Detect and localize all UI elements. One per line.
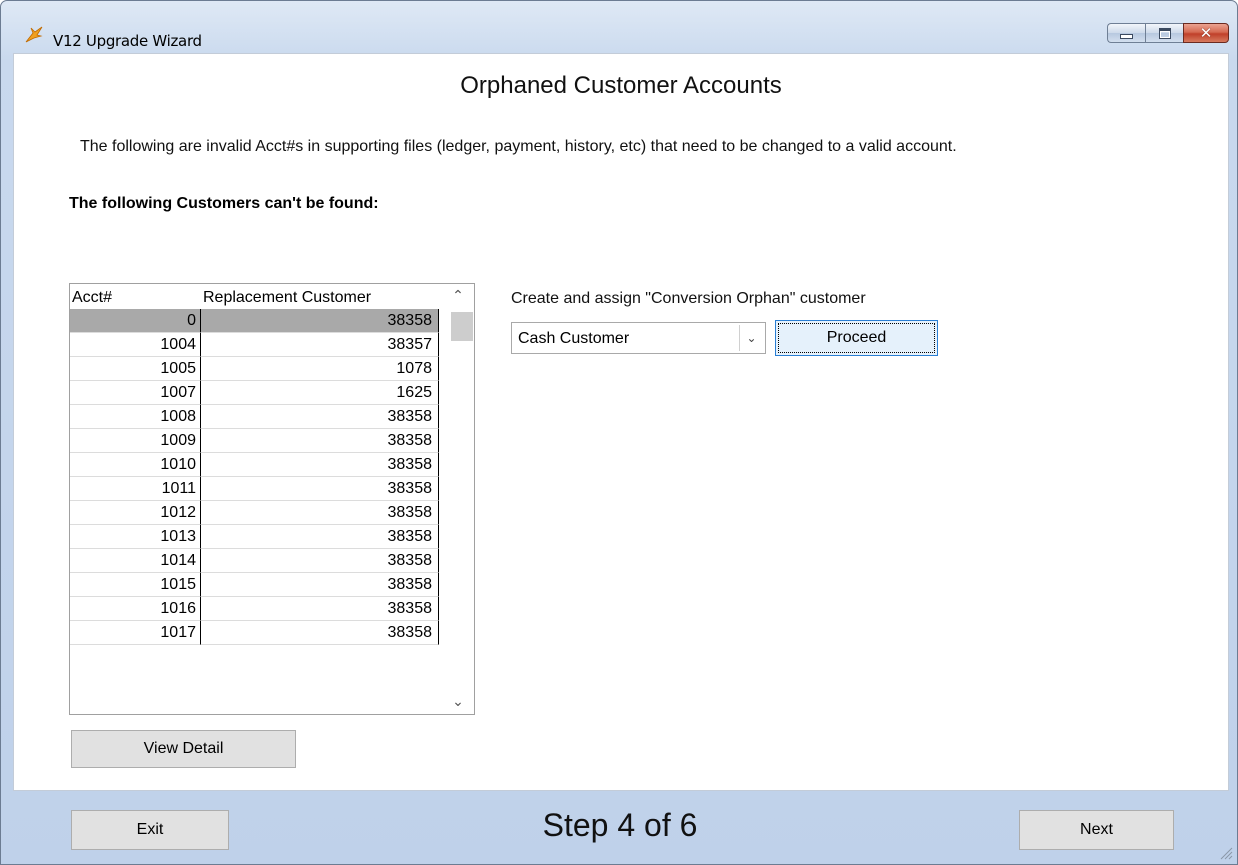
app-bird-icon: [25, 26, 43, 43]
acct-cell[interactable]: 1009: [70, 429, 201, 453]
acct-cell[interactable]: 1017: [70, 621, 201, 645]
customer-select[interactable]: Cash Customer ⌄: [511, 322, 766, 354]
replacement-customer-cell[interactable]: 38358: [201, 453, 439, 477]
wizard-panel: Orphaned Customer Accounts The following…: [13, 53, 1229, 791]
column-header-replacement[interactable]: Replacement Customer: [203, 289, 371, 307]
proceed-button-label: Proceed: [778, 323, 935, 353]
grid-scrollbar[interactable]: ⌃ ⌄: [442, 284, 474, 714]
next-button[interactable]: Next: [1019, 810, 1174, 850]
acct-cell[interactable]: 1012: [70, 501, 201, 525]
customer-select-value: Cash Customer: [518, 330, 630, 347]
page-title: Orphaned Customer Accounts: [460, 72, 782, 99]
table-row[interactable]: 1014 38358: [70, 549, 440, 573]
proceed-button[interactable]: Proceed: [775, 320, 938, 356]
replacement-customer-cell[interactable]: 38358: [201, 621, 439, 645]
page-description: The following are invalid Acct#s in supp…: [80, 138, 957, 155]
acct-cell[interactable]: 1008: [70, 405, 201, 429]
acct-cell[interactable]: 1007: [70, 381, 201, 405]
table-row[interactable]: 0 38358: [70, 309, 440, 333]
section-subheading: The following Customers can't be found:: [69, 195, 379, 212]
minimize-icon: [1120, 33, 1133, 39]
table-row[interactable]: 1013 38358: [70, 525, 440, 549]
maximize-icon: [1158, 27, 1171, 39]
grid-body: 0 38358 1004 38357 1005 1078 1007 1625 1008 38358…: [70, 309, 440, 645]
acct-cell[interactable]: 1005: [70, 357, 201, 381]
replacement-customer-cell[interactable]: 38358: [201, 549, 439, 573]
window-controls: ✕: [1107, 23, 1229, 45]
table-row[interactable]: 1009 38358: [70, 429, 440, 453]
acct-cell[interactable]: 0: [70, 309, 201, 333]
scrollbar-thumb[interactable]: [451, 312, 473, 341]
resize-grip-icon[interactable]: [1217, 844, 1233, 860]
acct-cell[interactable]: 1011: [70, 477, 201, 501]
replacement-customer-cell[interactable]: 38358: [201, 405, 439, 429]
replacement-customer-cell[interactable]: 38358: [201, 597, 439, 621]
replacement-customer-cell[interactable]: 38358: [201, 477, 439, 501]
table-row[interactable]: 1011 38358: [70, 477, 440, 501]
replacement-customer-cell[interactable]: 1078: [201, 357, 439, 381]
scroll-up-arrow-icon[interactable]: ⌃: [442, 284, 474, 308]
window-frame: V12 Upgrade Wizard ✕ Orphaned Customer A…: [0, 0, 1238, 865]
acct-cell[interactable]: 1015: [70, 573, 201, 597]
table-row[interactable]: 1007 1625: [70, 381, 440, 405]
table-row[interactable]: 1017 38358: [70, 621, 440, 645]
replacement-customer-cell[interactable]: 38358: [201, 309, 439, 333]
replacement-customer-cell[interactable]: 38358: [201, 429, 439, 453]
table-row[interactable]: 1005 1078: [70, 357, 440, 381]
acct-cell[interactable]: 1016: [70, 597, 201, 621]
acct-cell[interactable]: 1014: [70, 549, 201, 573]
window-title: V12 Upgrade Wizard: [53, 32, 202, 50]
chevron-down-icon[interactable]: ⌄: [739, 325, 763, 351]
replacement-customer-cell[interactable]: 38357: [201, 333, 439, 357]
title-bar[interactable]: V12 Upgrade Wizard ✕: [1, 1, 1237, 50]
orphan-accounts-grid[interactable]: Acct# Replacement Customer 0 38358 1004 383…: [69, 283, 475, 715]
table-row[interactable]: 1015 38358: [70, 573, 440, 597]
close-icon: ✕: [1199, 23, 1213, 42]
view-detail-button[interactable]: View Detail: [71, 730, 296, 768]
scroll-down-arrow-icon[interactable]: ⌄: [442, 690, 474, 714]
maximize-button[interactable]: [1145, 23, 1183, 43]
replacement-customer-cell[interactable]: 38358: [201, 525, 439, 549]
close-button[interactable]: ✕: [1183, 23, 1229, 43]
replacement-customer-cell[interactable]: 38358: [201, 573, 439, 597]
table-row[interactable]: 1012 38358: [70, 501, 440, 525]
conversion-orphan-label: Create and assign "Conversion Orphan" cu…: [511, 290, 866, 307]
table-row[interactable]: 1016 38358: [70, 597, 440, 621]
acct-cell[interactable]: 1013: [70, 525, 201, 549]
minimize-button[interactable]: [1107, 23, 1145, 43]
acct-cell[interactable]: 1004: [70, 333, 201, 357]
grid-header: Acct# Replacement Customer: [70, 284, 440, 309]
table-row[interactable]: 1004 38357: [70, 333, 440, 357]
table-row[interactable]: 1010 38358: [70, 453, 440, 477]
replacement-customer-cell[interactable]: 38358: [201, 501, 439, 525]
column-header-acct[interactable]: Acct#: [72, 289, 112, 307]
acct-cell[interactable]: 1010: [70, 453, 201, 477]
replacement-customer-cell[interactable]: 1625: [201, 381, 439, 405]
table-row[interactable]: 1008 38358: [70, 405, 440, 429]
